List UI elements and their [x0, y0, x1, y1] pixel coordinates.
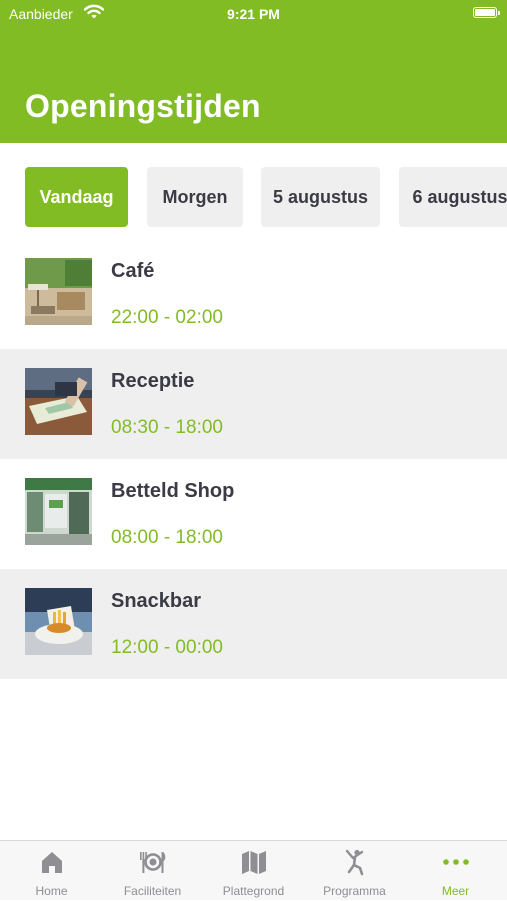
shop-photo [25, 478, 92, 545]
status-bar: Aanbieder 9:21 PM [0, 0, 507, 28]
list-item[interactable]: Betteld Shop 08:00 - 18:00 [0, 459, 507, 569]
list-item[interactable]: Café 22:00 - 02:00 [0, 239, 507, 349]
facility-hours: 12:00 - 00:00 [111, 637, 223, 658]
tab-vandaag[interactable]: Vandaag [25, 167, 128, 227]
receptie-photo [25, 368, 92, 435]
bottom-tab-bar: Home Faciliteiten Plattegrond Programma [0, 840, 507, 900]
tabbar-label: Plattegrond [222, 884, 285, 898]
tabbar-plattegrond[interactable]: Plattegrond [203, 841, 304, 901]
tabbar-faciliteiten[interactable]: Faciliteiten [102, 841, 203, 901]
tab-6-augustus[interactable]: 6 augustus [399, 167, 507, 227]
tabbar-label: Faciliteiten [123, 884, 182, 898]
person-jumping-icon [345, 849, 363, 876]
battery-icon [473, 7, 500, 18]
facility-hours: 22:00 - 02:00 [111, 307, 223, 328]
home-icon [41, 852, 62, 873]
snackbar-photo [25, 588, 92, 655]
list-item[interactable]: Snackbar 12:00 - 00:00 [0, 569, 507, 679]
map-icon [241, 851, 266, 874]
list-item[interactable]: Receptie 08:30 - 18:00 [0, 349, 507, 459]
tab-morgen[interactable]: Morgen [147, 167, 243, 227]
tab-5-augustus[interactable]: 5 augustus [261, 167, 380, 227]
tabbar-label: Home [35, 884, 68, 898]
page-title: Openingstijden [25, 88, 261, 124]
tabbar-programma[interactable]: Programma [304, 841, 405, 901]
facility-list: Café 22:00 - 02:00 Receptie 08:30 - 18:0… [0, 239, 507, 679]
tabbar-label: Meer [441, 884, 470, 898]
status-time: 9:21 PM [227, 6, 280, 22]
facility-name: Betteld Shop [111, 480, 235, 502]
facility-hours: 08:30 - 18:00 [111, 417, 223, 438]
day-tabs: Vandaag Morgen 5 augustus 6 augustus [0, 167, 507, 229]
facility-name: Café [111, 260, 155, 282]
facility-name: Snackbar [111, 590, 202, 612]
more-dots-icon [442, 859, 469, 865]
facility-hours: 08:00 - 18:00 [111, 527, 223, 548]
facility-name: Receptie [111, 370, 195, 392]
plate-cutlery-icon [139, 852, 165, 873]
tabbar-label: Programma [323, 884, 386, 898]
cafe-photo [25, 258, 92, 325]
tabbar-meer[interactable]: Meer [405, 841, 506, 901]
tabbar-home[interactable]: Home [1, 841, 102, 901]
header-bar: Aanbieder 9:21 PM Openingstijden [0, 0, 507, 143]
